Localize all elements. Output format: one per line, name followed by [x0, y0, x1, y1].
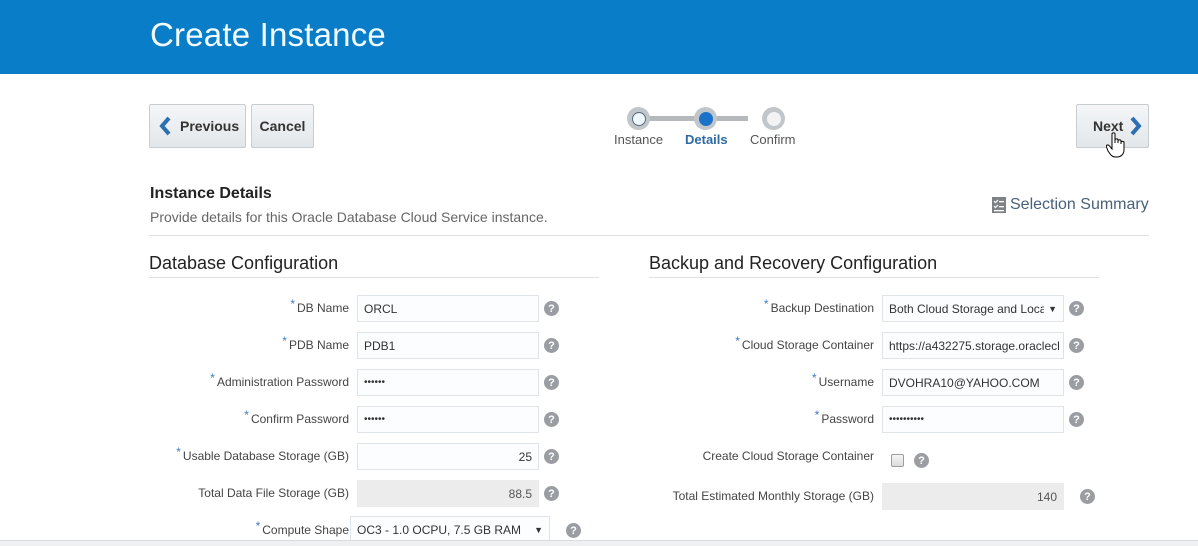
- help-icon[interactable]: ?: [914, 453, 929, 468]
- backup-destination-value: Both Cloud Storage and Loca: [889, 301, 1045, 316]
- required-marker: *: [814, 408, 820, 422]
- dropdown-arrow-icon: ▼: [1048, 303, 1057, 314]
- create-container-label: Create Cloud Storage Container: [702, 449, 874, 463]
- required-marker: *: [811, 371, 817, 385]
- help-icon[interactable]: ?: [566, 523, 581, 538]
- help-icon[interactable]: ?: [544, 412, 559, 427]
- horizontal-scrollbar[interactable]: [0, 540, 1198, 546]
- compute-shape-label: * Compute Shape: [256, 519, 349, 537]
- database-config-divider: [149, 277, 599, 278]
- page-title: Create Instance: [150, 16, 386, 53]
- train-label-details: Details: [685, 132, 728, 147]
- label-text: Compute Shape: [262, 523, 349, 537]
- usable-storage-input[interactable]: 25: [357, 443, 539, 470]
- password-label: * Password: [815, 408, 874, 426]
- selection-summary-link[interactable]: Selection Summary: [992, 196, 1149, 214]
- train-label-confirm: Confirm: [750, 132, 796, 147]
- backup-config-title: Backup and Recovery Configuration: [649, 253, 938, 273]
- confirm-password-input[interactable]: ••••••: [357, 406, 539, 433]
- train-stop-details[interactable]: [694, 107, 717, 130]
- admin-password-input[interactable]: ••••••: [357, 369, 539, 396]
- backup-destination-label: * Backup Destination: [764, 297, 874, 315]
- help-icon[interactable]: ?: [1069, 375, 1084, 390]
- backup-config-divider: [649, 277, 1099, 278]
- cancel-label: Cancel: [259, 118, 306, 134]
- pdb-name-input[interactable]: PDB1: [357, 332, 539, 359]
- required-marker: *: [244, 408, 249, 422]
- selection-summary-label: Selection Summary: [1010, 196, 1149, 213]
- help-icon[interactable]: ?: [544, 486, 559, 501]
- confirm-password-label: * Confirm Password: [244, 408, 349, 426]
- help-icon[interactable]: ?: [544, 338, 559, 353]
- train-stop-instance[interactable]: [627, 107, 650, 130]
- label-text: Password: [821, 412, 874, 426]
- total-monthly-storage-value: 140: [882, 483, 1064, 510]
- required-marker: *: [176, 445, 181, 459]
- cloud-storage-container-input[interactable]: https://a432275.storage.oraclecl: [882, 332, 1064, 359]
- help-icon[interactable]: ?: [544, 449, 559, 464]
- page-header: Create Instance: [0, 0, 1198, 74]
- username-label: * Username: [812, 371, 874, 389]
- checklist-icon: [992, 197, 1006, 213]
- admin-password-label: * Administration Password: [210, 371, 349, 389]
- total-monthly-storage-label: Total Estimated Monthly Storage (GB): [672, 489, 874, 503]
- help-icon[interactable]: ?: [1069, 338, 1084, 353]
- compute-shape-value: OC3 - 1.0 OCPU, 7.5 GB RAM: [357, 522, 522, 537]
- pdb-name-label: * PDB Name: [282, 334, 349, 352]
- help-icon[interactable]: ?: [1069, 301, 1084, 316]
- label-text: Backup Destination: [770, 301, 874, 315]
- step-train: Instance Details Confirm: [600, 104, 820, 154]
- db-name-label: * DB Name: [290, 297, 349, 315]
- label-text: Cloud Storage Container: [741, 338, 874, 352]
- help-icon[interactable]: ?: [1069, 412, 1084, 427]
- train-stop-confirm[interactable]: [762, 107, 785, 130]
- label-text: Username: [818, 375, 874, 389]
- total-data-file-storage-value: 88.5: [357, 480, 539, 507]
- db-name-input[interactable]: ORCL: [357, 295, 539, 322]
- cancel-button[interactable]: Cancel: [251, 104, 314, 148]
- password-input[interactable]: ••••••••••: [882, 406, 1064, 433]
- label-text: Administration Password: [216, 375, 349, 389]
- required-marker: *: [763, 297, 769, 311]
- previous-button[interactable]: Previous: [149, 104, 246, 148]
- section-title: Instance Details: [150, 185, 272, 202]
- create-container-checkbox[interactable]: [891, 454, 904, 467]
- label-text: Usable Database Storage (GB): [182, 449, 349, 463]
- chevron-right-icon: [1130, 116, 1143, 136]
- username-input[interactable]: DVOHRA10@YAHOO.COM: [882, 369, 1064, 396]
- usable-storage-label: * Usable Database Storage (GB): [176, 445, 349, 463]
- previous-label: Previous: [180, 118, 240, 134]
- database-config-title: Database Configuration: [149, 253, 339, 273]
- dropdown-arrow-icon: ▼: [534, 524, 543, 535]
- required-marker: *: [282, 334, 287, 348]
- section-divider: [149, 235, 1149, 236]
- total-data-file-storage-label: Total Data File Storage (GB): [198, 486, 349, 500]
- train-connector: [638, 116, 748, 121]
- section-description: Provide details for this Oracle Database…: [150, 209, 548, 225]
- label-text: DB Name: [296, 301, 349, 315]
- required-marker: *: [210, 371, 215, 385]
- train-label-instance: Instance: [614, 132, 664, 147]
- required-marker: *: [735, 334, 740, 348]
- cloud-storage-container-label: * Cloud Storage Container: [735, 334, 874, 352]
- label-text: Confirm Password: [250, 412, 349, 426]
- chevron-left-icon: [159, 116, 171, 136]
- help-icon[interactable]: ?: [544, 301, 559, 316]
- compute-shape-select[interactable]: OC3 - 1.0 OCPU, 7.5 GB RAM ▼: [350, 516, 550, 543]
- label-text: PDB Name: [288, 338, 349, 352]
- hand-cursor-icon: [1106, 132, 1125, 158]
- help-icon[interactable]: ?: [544, 375, 559, 390]
- help-icon[interactable]: ?: [1080, 489, 1095, 504]
- backup-destination-select[interactable]: Both Cloud Storage and Loca ▼: [882, 295, 1064, 322]
- required-marker: *: [255, 519, 261, 533]
- required-marker: *: [290, 297, 295, 311]
